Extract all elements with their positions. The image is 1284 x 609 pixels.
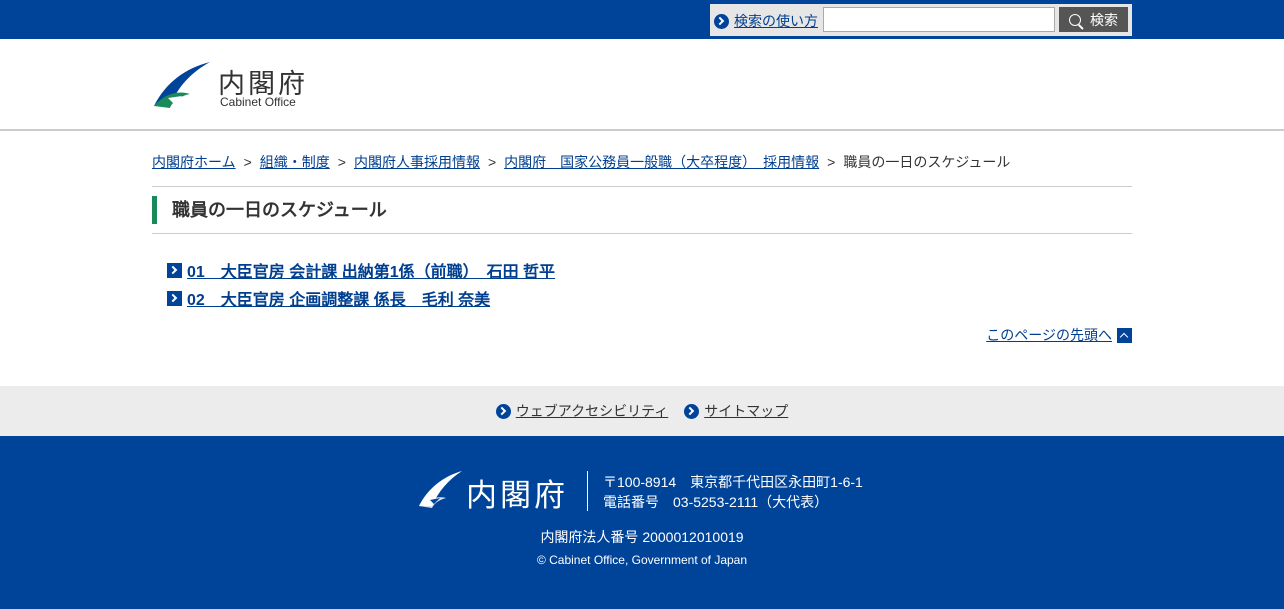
breadcrumb: 内閣府ホーム > 組織・制度 > 内閣府人事採用情報 > 内閣府 国家公務員一般職（大卒程度… xyxy=(152,152,1010,172)
chevron-right-icon xyxy=(714,13,729,29)
breadcrumb-link-home[interactable]: 内閣府ホーム xyxy=(152,154,236,170)
footer-link-accessibility[interactable]: ウェブアクセシビリティ xyxy=(516,401,668,421)
footer-logo: 内閣府 xyxy=(418,470,578,513)
footer-address-block: 〒100-8914 東京都千代田区永田町1-6-1 電話番号 03-5253-2… xyxy=(603,472,863,512)
cabinet-office-logo-icon xyxy=(154,62,210,108)
search-icon xyxy=(1069,13,1081,26)
top-bar: 検索の使い方 検索 xyxy=(0,0,1284,39)
divider xyxy=(152,233,1132,234)
search-input[interactable] xyxy=(823,7,1055,32)
search-box: 検索の使い方 検索 xyxy=(710,4,1132,36)
schedule-link-02[interactable]: 02 大臣官房 企画調整課 係長 毛利 奈美 xyxy=(187,286,490,310)
page-top-link[interactable]: このページの先頭へ xyxy=(986,325,1112,345)
list-item: 02 大臣官房 企画調整課 係長 毛利 奈美 xyxy=(167,284,555,312)
schedule-link-01[interactable]: 01 大臣官房 会計課 出納第1係（前職） 石田 哲平 xyxy=(187,258,555,282)
arrow-up-icon[interactable] xyxy=(1117,327,1132,343)
footer-links: ウェブアクセシビリティ サイトマップ xyxy=(0,386,1284,436)
breadcrumb-link-general-recruitment[interactable]: 内閣府 国家公務員一般職（大卒程度） 採用情報 xyxy=(504,154,819,170)
footer-phone: 電話番号 03-5253-2111（大代表） xyxy=(603,494,829,510)
chevron-right-icon xyxy=(495,403,511,419)
search-button[interactable]: 検索 xyxy=(1059,7,1128,32)
chevron-right-icon xyxy=(684,403,700,419)
footer-link-accessibility-item: ウェブアクセシビリティ xyxy=(495,401,668,421)
footer-corporate-number: 内閣府法人番号 2000012010019 xyxy=(540,529,744,545)
chevron-right-icon xyxy=(167,290,182,306)
footer-logo-text-ja: 内閣府 xyxy=(466,478,568,513)
search-help[interactable]: 検索の使い方 xyxy=(714,11,818,31)
schedule-link-list: 01 大臣官房 会計課 出納第1係（前職） 石田 哲平 02 大臣官房 企画調整… xyxy=(167,256,555,312)
chevron-right-icon xyxy=(167,262,182,278)
logo-text-en: Cabinet Office xyxy=(220,95,296,109)
footer-address: 〒100-8914 東京都千代田区永田町1-6-1 xyxy=(603,474,863,490)
cabinet-office-logo-icon xyxy=(419,471,462,508)
footer-link-sitemap-item: サイトマップ xyxy=(684,401,788,421)
site-header: 内閣府 Cabinet Office xyxy=(0,39,1284,131)
breadcrumb-separator: > xyxy=(487,154,497,170)
page-top: このページの先頭へ xyxy=(986,325,1132,345)
breadcrumb-link-recruitment[interactable]: 内閣府人事採用情報 xyxy=(354,154,480,170)
divider xyxy=(152,186,1132,187)
breadcrumb-link-organization[interactable]: 組織・制度 xyxy=(260,154,330,170)
list-item: 01 大臣官房 会計課 出納第1係（前職） 石田 哲平 xyxy=(167,256,555,284)
site-footer: 内閣府 〒100-8914 東京都千代田区永田町1-6-1 電話番号 03-52… xyxy=(0,436,1284,609)
breadcrumb-separator: > xyxy=(243,154,252,170)
breadcrumb-separator: > xyxy=(337,154,346,170)
breadcrumb-separator: > xyxy=(827,154,836,170)
footer-divider xyxy=(587,471,588,511)
search-help-link[interactable]: 検索の使い方 xyxy=(734,11,818,31)
breadcrumb-current: 職員の一日のスケジュール xyxy=(843,154,1011,170)
footer-link-sitemap[interactable]: サイトマップ xyxy=(704,401,788,421)
search-button-label: 検索 xyxy=(1090,11,1118,28)
page-title: 職員の一日のスケジュール xyxy=(152,196,387,224)
footer-copyright: © Cabinet Office, Government of Japan xyxy=(536,553,748,567)
site-logo[interactable]: 内閣府 Cabinet Office xyxy=(152,60,322,112)
